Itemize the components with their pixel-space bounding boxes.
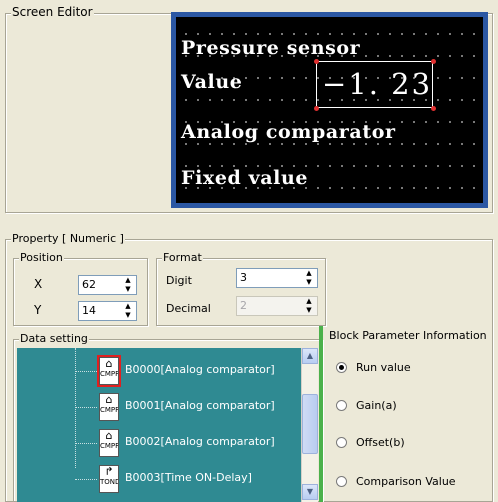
- resize-handle-bottom-left[interactable]: [314, 106, 319, 111]
- digit-up-arrow-icon[interactable]: ▲: [301, 269, 317, 278]
- tree-item-b0002[interactable]: ⌂ CMPR B0002[Analog comparator]: [17, 426, 301, 460]
- radio-indicator[interactable]: [336, 476, 347, 487]
- tree-scrollbar[interactable]: ▲ ▼: [301, 348, 318, 502]
- panel-splitter[interactable]: [319, 326, 323, 502]
- radio-indicator[interactable]: [336, 362, 347, 373]
- position-title: Position: [19, 251, 64, 265]
- radio-gain[interactable]: Gain(a): [336, 399, 397, 412]
- tree-item-label: B0000[Analog comparator]: [125, 363, 275, 376]
- x-up-arrow-icon[interactable]: ▲: [120, 276, 136, 285]
- radio-comparison-value[interactable]: Comparison Value: [336, 475, 456, 488]
- radio-run-value[interactable]: Run value: [336, 361, 411, 374]
- numeric-value-element[interactable]: −1. 23: [316, 61, 433, 108]
- timer-on-delay-icon: ↱ TOND: [99, 465, 119, 493]
- tree-item-label: B0002[Analog comparator]: [125, 435, 275, 448]
- x-down-arrow-icon[interactable]: ▼: [120, 285, 136, 294]
- property-title: Property [ Numeric ]: [11, 232, 125, 246]
- tree-item-b0003[interactable]: ↱ TOND B0003[Time ON-Delay]: [17, 462, 301, 496]
- analog-comparator-icon: ⌂ CMPR: [97, 355, 121, 387]
- block-params-title: Block Parameter Information: [327, 329, 489, 342]
- analog-comparator-icon: ⌂ CMPR: [99, 393, 119, 421]
- y-spinner[interactable]: 14 ▲ ▼: [78, 301, 137, 321]
- y-up-arrow-icon[interactable]: ▲: [120, 302, 136, 311]
- decimal-down-arrow-icon: ▼: [306, 306, 312, 314]
- lcd-line-1: Pressure sensor: [181, 37, 361, 59]
- format-title: Format: [162, 251, 203, 265]
- radio-label: Run value: [356, 361, 411, 374]
- scroll-down-arrow-icon[interactable]: ▼: [302, 484, 318, 500]
- radio-indicator[interactable]: [336, 400, 347, 411]
- tree-item-label: B0003[Time ON-Delay]: [125, 471, 252, 484]
- radio-label: Comparison Value: [356, 475, 456, 488]
- data-setting-tree[interactable]: ⌂ CMPR B0000[Analog comparator] ⌂ CMPR B00…: [17, 348, 317, 502]
- resize-handle-top-left[interactable]: [314, 59, 319, 64]
- resize-handle-bottom-right[interactable]: [431, 106, 436, 111]
- x-label: X: [34, 277, 43, 291]
- screen-editor-title: Screen Editor: [11, 5, 94, 19]
- tree-item-label: B0001[Analog comparator]: [125, 399, 275, 412]
- digit-down-arrow-icon[interactable]: ▼: [301, 278, 317, 287]
- resize-handle-top-right[interactable]: [431, 59, 436, 64]
- decimal-label: Decimal: [166, 302, 211, 315]
- analog-comparator-icon: ⌂ CMPR: [99, 429, 119, 457]
- tree-item-b0001[interactable]: ⌂ CMPR B0001[Analog comparator]: [17, 390, 301, 424]
- lcd-line-2: Value: [181, 71, 243, 93]
- radio-indicator[interactable]: [336, 437, 347, 448]
- lcd-line-3: Analog comparator: [181, 121, 396, 143]
- digit-value: 3: [240, 271, 247, 284]
- decimal-value: 2: [240, 299, 247, 312]
- lcd-screen[interactable]: Pressure sensor Value Analog comparator …: [176, 17, 483, 203]
- x-value: 62: [82, 278, 96, 291]
- radio-label: Offset(b): [356, 436, 405, 449]
- decimal-up-arrow-icon: ▲: [306, 297, 312, 305]
- tree-item-b0000[interactable]: ⌂ CMPR B0000[Analog comparator]: [17, 354, 301, 388]
- y-down-arrow-icon[interactable]: ▼: [120, 311, 136, 320]
- lcd-frame: Pressure sensor Value Analog comparator …: [171, 12, 488, 208]
- scroll-thumb[interactable]: [302, 394, 318, 454]
- digit-label: Digit: [166, 274, 192, 287]
- y-value: 14: [82, 304, 96, 317]
- digit-spinner[interactable]: 3 ▲ ▼: [236, 268, 318, 288]
- x-spinner[interactable]: 62 ▲ ▼: [78, 275, 137, 295]
- radio-label: Gain(a): [356, 399, 397, 412]
- decimal-spinner: 2 ▲ ▼: [236, 296, 318, 316]
- y-label: Y: [34, 303, 42, 317]
- scroll-up-arrow-icon[interactable]: ▲: [302, 348, 318, 364]
- radio-offset[interactable]: Offset(b): [336, 436, 405, 449]
- lcd-line-4: Fixed value: [181, 167, 309, 189]
- data-setting-title: Data setting: [19, 332, 89, 346]
